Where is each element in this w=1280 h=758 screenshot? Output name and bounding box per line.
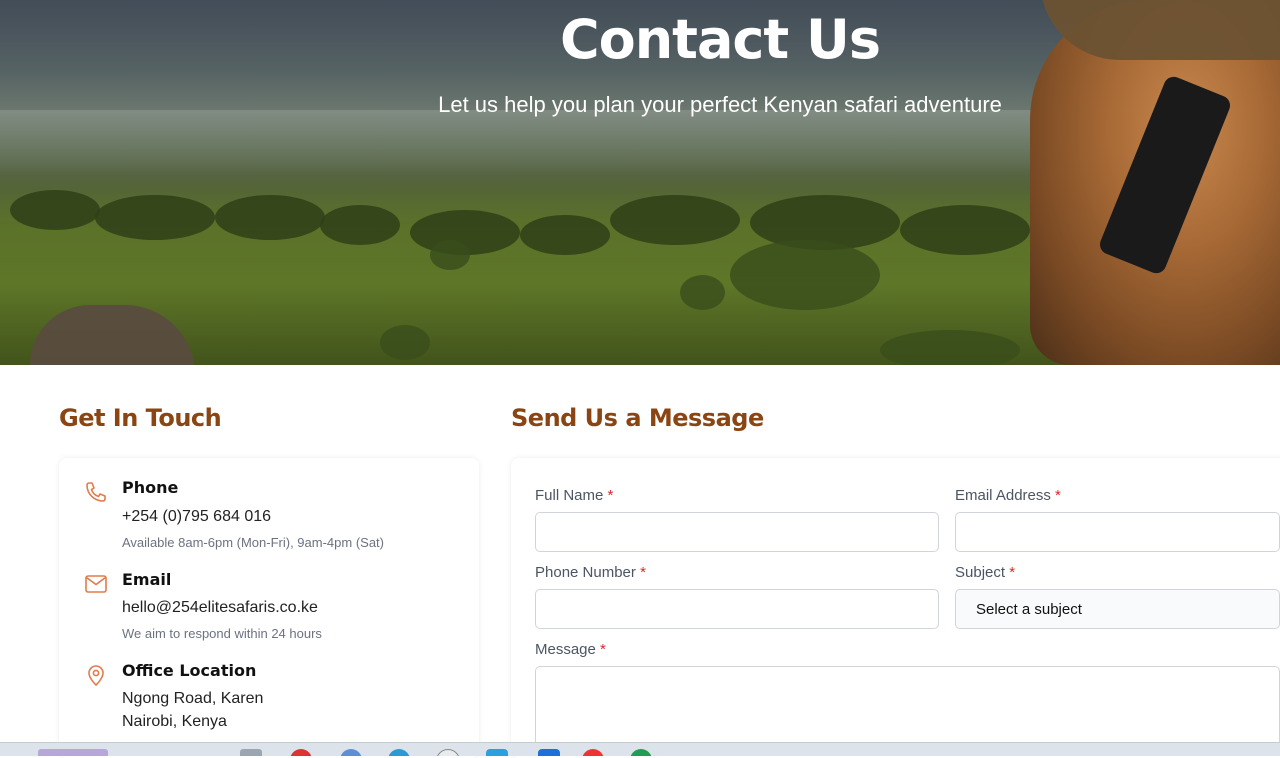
email-address-input[interactable]	[955, 512, 1280, 552]
hero-tree	[10, 190, 100, 230]
hero-tree	[215, 195, 325, 240]
email-address-label: Email Address *	[955, 487, 1061, 504]
subject-label-text: Subject	[955, 564, 1006, 581]
map-pin-icon	[88, 665, 104, 687]
message-label: Message *	[535, 641, 606, 658]
hero-bush	[430, 240, 470, 270]
required-marker: *	[600, 641, 606, 658]
hero-tree	[900, 205, 1030, 255]
office-address-line1: Ngong Road, Karen	[122, 690, 264, 707]
page-title: Contact Us	[559, 8, 881, 71]
phone-number-label-text: Phone Number	[535, 564, 636, 581]
hero-tree	[520, 215, 610, 255]
full-name-label: Full Name *	[535, 487, 613, 504]
phone-number-label: Phone Number *	[535, 564, 646, 581]
hero-bush	[680, 275, 725, 310]
phone-hours: Available 8am-6pm (Mon-Fri), 9am-4pm (Sa…	[122, 535, 384, 550]
email-address[interactable]: hello@254elitesafaris.co.ke	[122, 599, 318, 617]
page-subtitle: Let us help you plan your perfect Kenyan…	[438, 92, 1002, 117]
office-address-line2: Nairobi, Kenya	[122, 713, 227, 730]
form-heading: Send Us a Message	[511, 404, 764, 432]
email-address-label-text: Email Address	[955, 487, 1051, 504]
hero-bush	[730, 240, 880, 310]
mail-icon	[85, 575, 107, 593]
phone-number-input[interactable]	[535, 589, 939, 629]
phone-label: Phone	[122, 478, 179, 497]
subject-label: Subject *	[955, 564, 1015, 581]
hero-tree	[95, 195, 215, 240]
hero-tree	[320, 205, 400, 245]
required-marker: *	[640, 564, 646, 581]
elephant-silhouette	[30, 305, 195, 365]
message-label-text: Message	[535, 641, 596, 658]
email-response-note: We aim to respond within 24 hours	[122, 626, 322, 641]
hero-bush	[380, 325, 430, 360]
hero-tree	[610, 195, 740, 245]
required-marker: *	[607, 487, 614, 504]
required-marker: *	[1055, 487, 1061, 504]
hero-banner: Contact Us Let us help you plan your per…	[0, 0, 1280, 365]
full-name-label-text: Full Name	[535, 487, 604, 504]
phone-number[interactable]: +254 (0)795 684 016	[122, 508, 271, 526]
full-name-input[interactable]	[535, 512, 939, 552]
office-label: Office Location	[122, 661, 257, 680]
contact-heading: Get In Touch	[59, 404, 222, 432]
os-taskbar	[0, 742, 1280, 756]
subject-select[interactable]: Select a subject	[955, 589, 1280, 629]
phone-icon	[86, 482, 106, 502]
required-marker: *	[1009, 564, 1016, 581]
email-label: Email	[122, 570, 172, 589]
hero-bush	[880, 330, 1020, 365]
